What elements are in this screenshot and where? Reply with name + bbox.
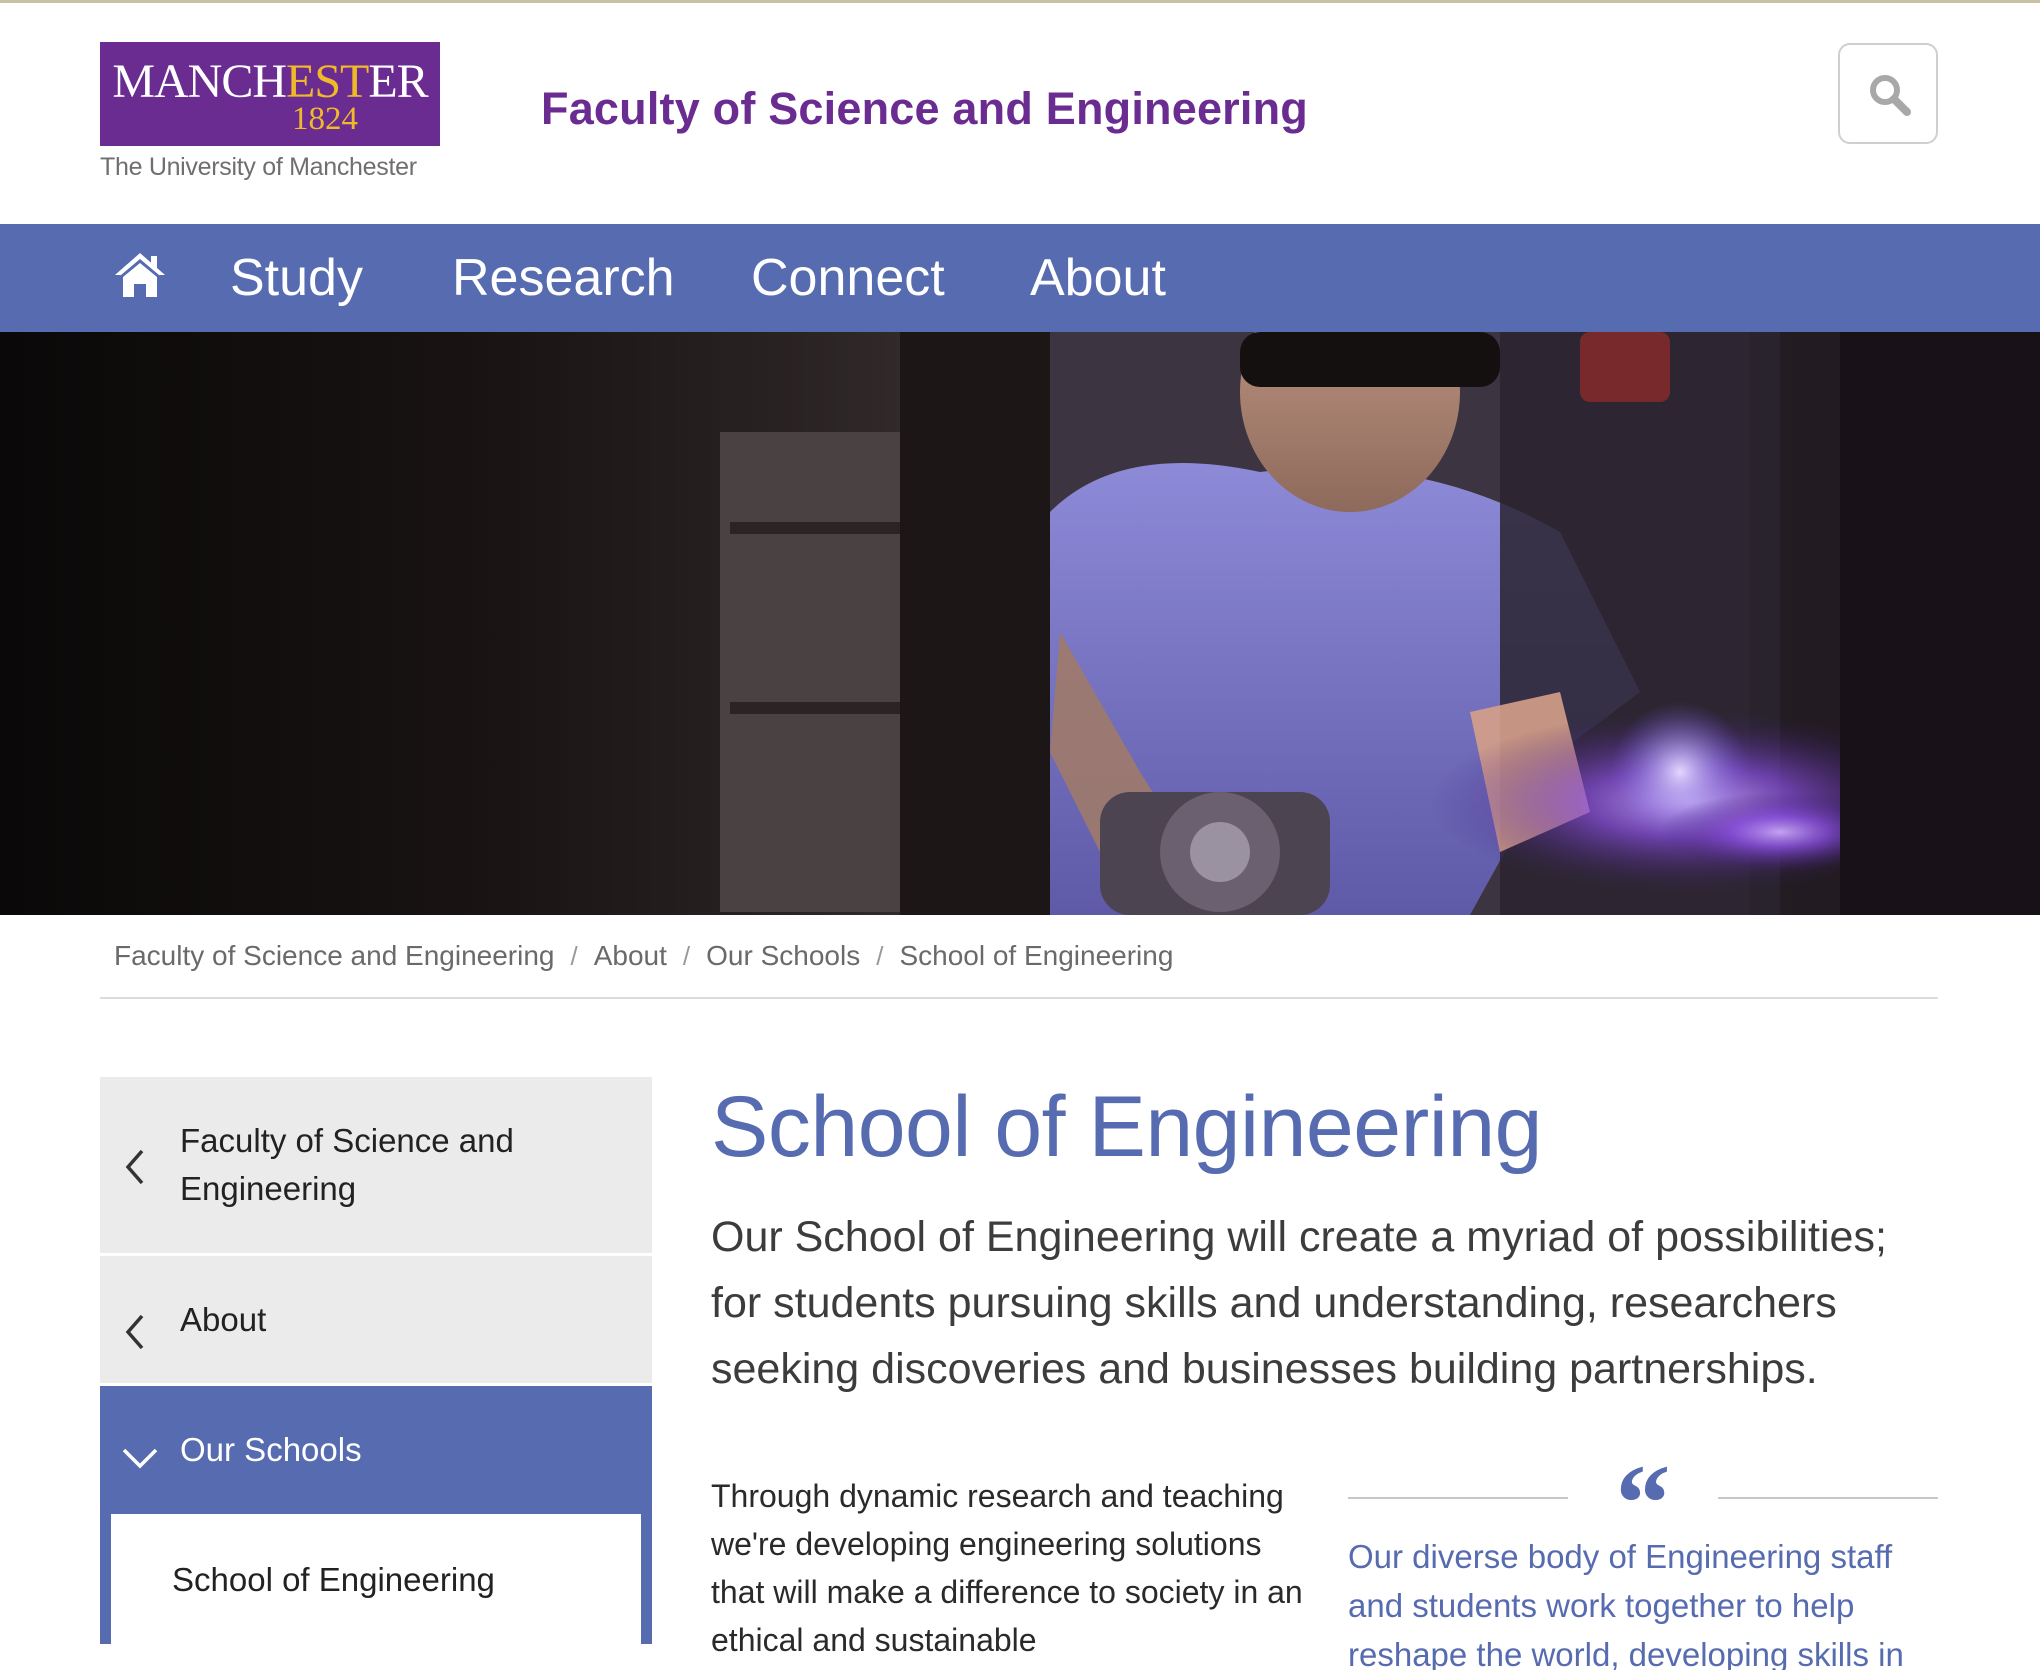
quote-divider: “ <box>1348 1448 1938 1558</box>
divider-line <box>1348 1497 1568 1499</box>
sidebar-item-label: Our Schools <box>180 1431 362 1468</box>
site-header: MANCHESTER 1824 The University of Manche… <box>0 3 2040 224</box>
university-logo[interactable]: MANCHESTER 1824 The University of Manche… <box>100 42 440 182</box>
section-sidebar: Faculty of Science and Engineering About… <box>100 1077 652 1644</box>
sidebar-item-label: Faculty of Science and Engineering <box>180 1122 514 1207</box>
logo-subtitle: The University of Manchester <box>100 153 417 181</box>
search-icon <box>1870 75 1911 116</box>
breadcrumb-separator: / <box>682 940 691 971</box>
breadcrumb-item[interactable]: About <box>594 940 667 972</box>
sidebar-item-school-of-engineering[interactable]: School of Engineering <box>111 1514 641 1644</box>
logo-wordmark: MANCHESTER <box>112 55 428 108</box>
search-button[interactable] <box>1838 43 1938 144</box>
sidebar-item-our-schools[interactable]: Our Schools <box>100 1386 652 1514</box>
sidebar-subnav: School of Engineering <box>100 1514 652 1644</box>
intro-paragraph: Our School of Engineering will create a … <box>711 1213 1887 1393</box>
faculty-title[interactable]: Faculty of Science and Engineering <box>541 83 1308 135</box>
body-paragraph: Through dynamic research and teaching we… <box>711 1478 1303 1658</box>
breadcrumb: Faculty of Science and Engineering / Abo… <box>100 915 1938 999</box>
breadcrumb-item[interactable]: Faculty of Science and Engineering <box>114 940 555 972</box>
logo-mark: MANCHESTER 1824 <box>100 42 440 146</box>
pull-quote: “ Our diverse body of Engineering staff … <box>1348 1448 1938 1670</box>
hero-photo <box>720 332 2040 915</box>
nav-item-connect[interactable]: Connect <box>751 248 945 308</box>
divider-line <box>1718 1497 1938 1499</box>
logo-year: 1824 <box>292 101 358 137</box>
nav-item-study[interactable]: Study <box>230 248 363 308</box>
sidebar-item-about[interactable]: About <box>100 1256 652 1386</box>
chevron-down-icon <box>122 1448 158 1469</box>
hero-image <box>0 332 2040 915</box>
breadcrumb-separator: / <box>570 940 578 971</box>
breadcrumb-separator: / <box>876 940 884 971</box>
chevron-left-icon <box>125 1314 144 1350</box>
page-title: School of Engineering <box>711 1079 1542 1175</box>
breadcrumb-current: School of Engineering <box>899 940 1174 971</box>
chevron-left-icon <box>125 1149 144 1185</box>
sidebar-item-faculty[interactable]: Faculty of Science and Engineering <box>100 1077 652 1256</box>
nav-home-link[interactable] <box>113 250 167 300</box>
main-content: School of Engineering Our School of Engi… <box>711 1077 1938 1670</box>
breadcrumb-item[interactable]: Our Schools <box>706 940 860 972</box>
nav-item-about[interactable]: About <box>1030 248 1166 308</box>
quote-icon: “ <box>1615 1442 1671 1564</box>
nav-item-research[interactable]: Research <box>452 248 675 308</box>
sidebar-item-label: About <box>180 1301 267 1338</box>
home-icon <box>115 253 165 297</box>
main-nav: Study Research Connect About <box>0 224 2040 332</box>
